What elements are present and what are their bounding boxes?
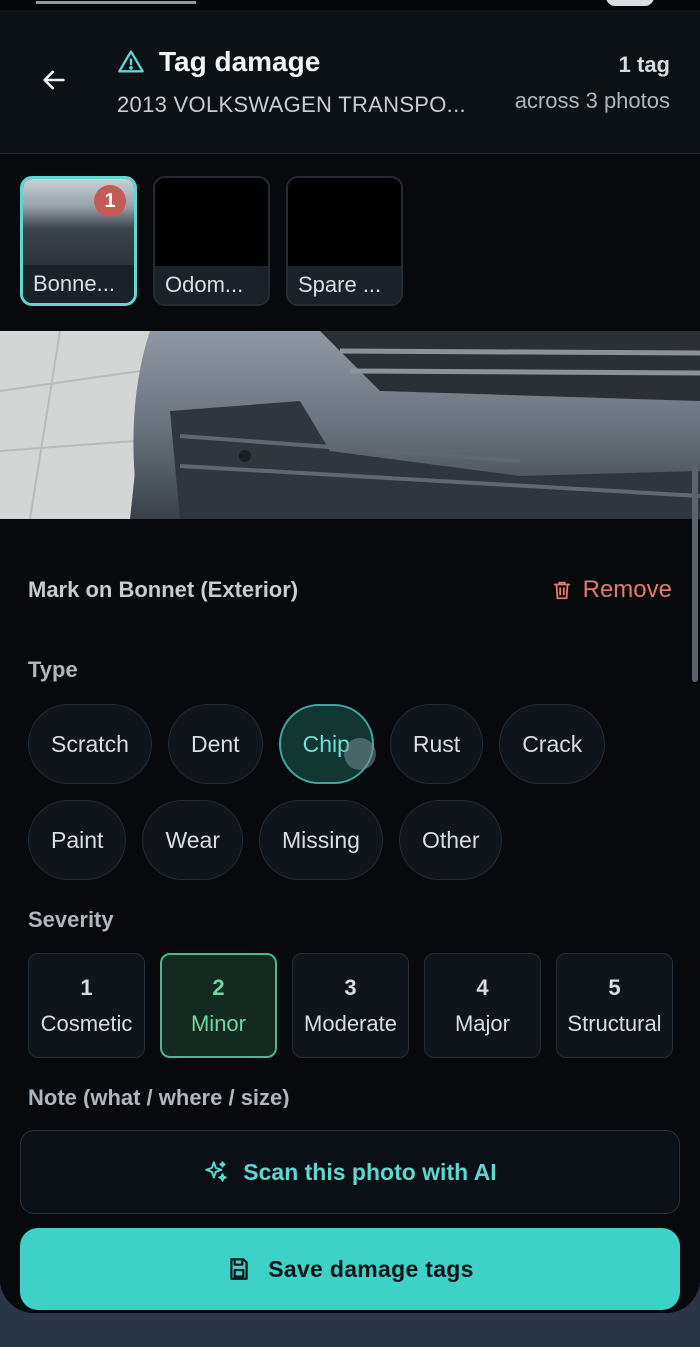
tag-count: 1 tag (618, 52, 670, 77)
trash-icon (553, 581, 570, 600)
arrow-left-icon (43, 70, 65, 90)
scrollbar[interactable] (692, 462, 698, 682)
severity-number: 5 (608, 974, 621, 1000)
type-chip-crack[interactable]: Crack (499, 704, 606, 784)
photo-count: across 3 photos (514, 88, 670, 113)
type-chip-rust[interactable]: Rust (389, 704, 484, 784)
thumbnail-image (288, 178, 401, 268)
thumbnail-label: Odom... (155, 266, 268, 304)
severity-number: 3 (344, 974, 357, 1000)
photo-thumbnails: 1 Bonne... Odom... Spare ... (20, 176, 403, 306)
severity-number: 1 (80, 974, 93, 1000)
status-icons (36, 0, 196, 4)
type-chip-wear[interactable]: Wear (142, 800, 243, 880)
severity-option-5[interactable]: 5 Structural (556, 953, 673, 1058)
severity-label: Severity (28, 907, 114, 932)
severity-name: Structural (567, 1010, 662, 1036)
back-button[interactable] (36, 62, 72, 98)
type-options: Scratch Dent Chip Rust Crack Paint Wear … (28, 704, 678, 880)
severity-option-4[interactable]: 4 Major (424, 953, 541, 1058)
type-chip-dent[interactable]: Dent (167, 704, 263, 784)
severity-name: Cosmetic (40, 1010, 133, 1036)
touch-indicator (344, 738, 376, 770)
severity-option-3[interactable]: 3 Moderate (292, 953, 409, 1058)
severity-number: 2 (212, 974, 225, 1000)
type-chip-missing[interactable]: Missing (258, 800, 383, 880)
remove-label: Remove (582, 576, 672, 603)
type-chip-other[interactable]: Other (398, 800, 503, 880)
type-chip-scratch[interactable]: Scratch (28, 704, 152, 784)
remove-button[interactable]: Remove (551, 576, 672, 604)
page-title: Tag damage (159, 46, 321, 77)
vehicle-photo[interactable] (0, 331, 700, 519)
severity-number: 4 (476, 974, 489, 1000)
severity-option-2[interactable]: 2 Minor (160, 953, 277, 1058)
mark-title: Mark on Bonnet (Exterior) (28, 577, 299, 602)
mark-row: Mark on Bonnet (Exterior) Remove (28, 576, 672, 604)
sparkles-icon (205, 1161, 228, 1182)
save-icon (230, 1258, 248, 1280)
severity-name: Major (454, 1010, 510, 1036)
warning-icon (118, 50, 144, 73)
severity-options: 1 Cosmetic 2 Minor 3 Moderate 4 Major 5 … (28, 953, 673, 1058)
type-chip-paint[interactable]: Paint (28, 800, 127, 880)
scan-ai-button[interactable]: Scan this photo with AI (20, 1130, 680, 1214)
save-label: Save damage tags (268, 1255, 474, 1282)
thumbnail-label: Spare ... (288, 266, 401, 304)
vehicle-photo-image (0, 331, 700, 519)
save-button[interactable]: Save damage tags (20, 1228, 680, 1310)
footer-actions: Scan this photo with AI Save damage tags (0, 1108, 700, 1313)
severity-name: Moderate (304, 1010, 397, 1036)
severity-option-1[interactable]: 1 Cosmetic (28, 953, 145, 1058)
severity-name: Minor (190, 1010, 246, 1036)
title-row: Tag damage (117, 46, 320, 78)
thumbnail-image (155, 178, 268, 268)
tag-count-badge: 1 (94, 185, 126, 217)
scan-ai-label: Scan this photo with AI (243, 1158, 497, 1185)
thumbnail-spare[interactable]: Spare ... (286, 176, 403, 306)
type-label: Type (28, 657, 78, 682)
thumbnail-label: Bonne... (23, 265, 134, 303)
type-chip-label: Chip (302, 730, 350, 757)
vehicle-name: 2013 VOLKSWAGEN TRANSPO... (117, 92, 466, 117)
status-bar (0, 0, 700, 10)
thumbnail-bonnet[interactable]: 1 Bonne... (20, 176, 137, 306)
thumbnail-odometer[interactable]: Odom... (153, 176, 270, 306)
header: Tag damage 2013 VOLKSWAGEN TRANSPO... 1 … (0, 10, 700, 154)
battery-icon (606, 0, 654, 6)
app-screen: Tag damage 2013 VOLKSWAGEN TRANSPO... 1 … (0, 0, 700, 1313)
